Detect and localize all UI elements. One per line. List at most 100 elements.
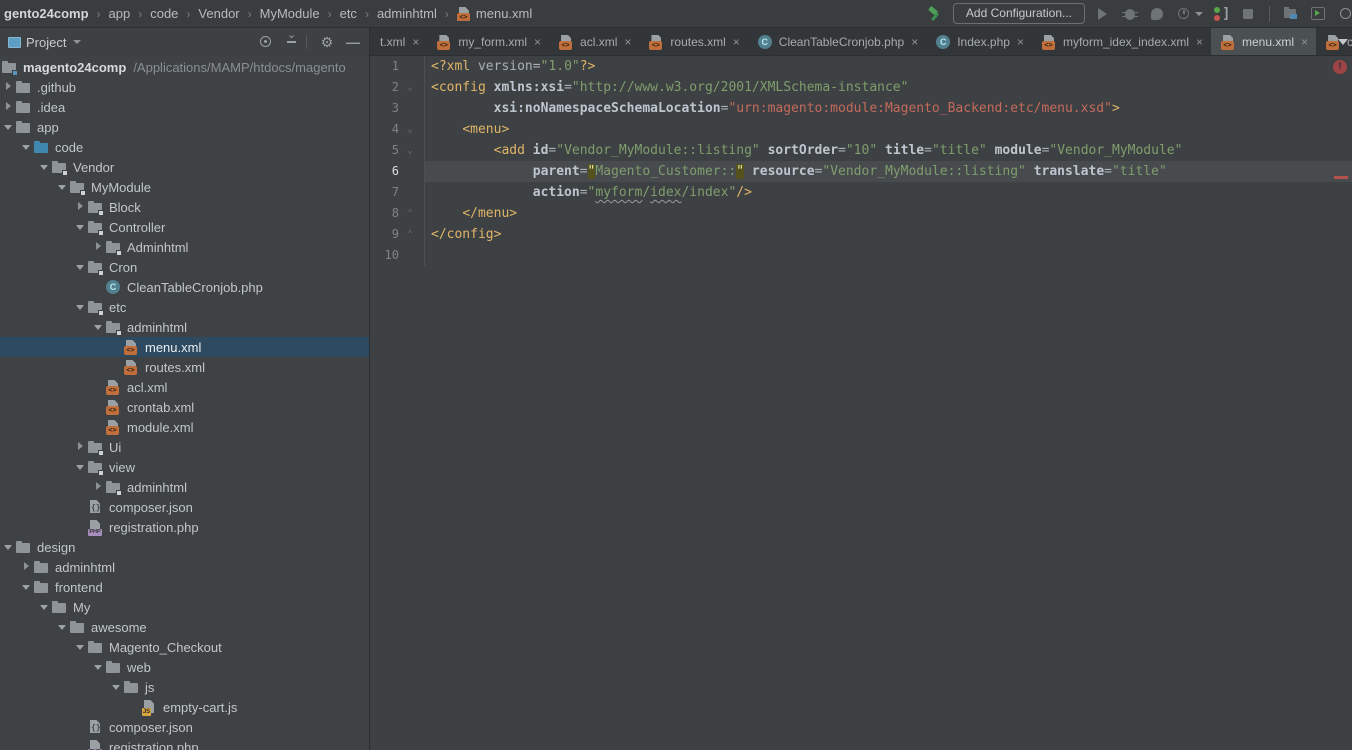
tree-item-module-xml[interactable]: <> module.xml	[0, 417, 369, 437]
chevron-collapsed-icon[interactable]	[92, 239, 106, 255]
editor-tab[interactable]: <> myform_idex_index.xml ×	[1032, 28, 1211, 55]
chevron-expanded-icon[interactable]	[92, 319, 106, 335]
tree-item-empty-cart-js[interactable]: JS empty-cart.js	[0, 697, 369, 717]
code-text[interactable]: </config>	[425, 224, 1352, 245]
chevron-expanded-icon[interactable]	[74, 639, 88, 655]
tree-item-my[interactable]: My	[0, 597, 369, 617]
tree-item-cron[interactable]: Cron	[0, 257, 369, 277]
chevron-expanded-icon[interactable]	[56, 179, 70, 195]
tree-item-routes-xml[interactable]: <> routes.xml	[0, 357, 369, 377]
chevron-collapsed-icon[interactable]	[20, 559, 34, 575]
search-icon[interactable]	[1336, 5, 1351, 23]
tree-item-crontab-xml[interactable]: <> crontab.xml	[0, 397, 369, 417]
run-with-coverage-icon[interactable]	[1175, 5, 1203, 23]
tree-item-registration-php[interactable]: PHP registration.php	[0, 737, 369, 750]
tree-item-registration-php[interactable]: PHP registration.php	[0, 517, 369, 537]
breadcrumb-item[interactable]: gento24comp	[2, 6, 91, 21]
editor-tab[interactable]: C CleanTableCronjob.php ×	[748, 28, 926, 55]
code-text[interactable]: action="myform/idex/index"/>	[425, 182, 1352, 203]
tree-item-view[interactable]: view	[0, 457, 369, 477]
chevron-collapsed-icon[interactable]	[74, 199, 88, 215]
tab-close-icon[interactable]: ×	[733, 36, 740, 48]
tree-item-block[interactable]: Block	[0, 197, 369, 217]
tree-item-composer-json[interactable]: {} composer.json	[0, 497, 369, 517]
code-text[interactable]: </menu>	[425, 203, 1352, 224]
fold-marker-icon[interactable]: ⌃	[399, 224, 421, 245]
coverage-dropdown-icon[interactable]	[1195, 11, 1203, 16]
project-dropdown-icon[interactable]	[73, 40, 82, 44]
debug-icon[interactable]	[1121, 5, 1139, 23]
breadcrumb-item[interactable]: Vendor	[196, 6, 241, 21]
fold-marker-icon[interactable]: ⌃	[399, 203, 421, 224]
editor-tab[interactable]: <> acl.xml ×	[549, 28, 639, 55]
code-text[interactable]: <add id = "Vendor_MyModule::listing" sortO…	[425, 140, 1352, 161]
tree-item--github[interactable]: .github	[0, 77, 369, 97]
project-tree[interactable]: magento24comp/Applications/MAMP/htdocs/m…	[0, 56, 370, 750]
tree-item-acl-xml[interactable]: <> acl.xml	[0, 377, 369, 397]
tree-item-app[interactable]: app	[0, 117, 369, 137]
tree-item-cleantablecronjob-php[interactable]: C CleanTableCronjob.php	[0, 277, 369, 297]
tree-item-design[interactable]: design	[0, 537, 369, 557]
breadcrumb-item[interactable]: MyModule	[258, 6, 322, 21]
profile-icon[interactable]	[1148, 5, 1166, 23]
editor-tab[interactable]: C Index.php ×	[926, 28, 1032, 55]
tree-item-adminhtml[interactable]: adminhtml	[0, 557, 369, 577]
code-text[interactable]: parent="Magento_Customer::" resource="Ve…	[425, 161, 1352, 182]
code-text[interactable]	[425, 245, 1352, 266]
tree-item-code[interactable]: code	[0, 137, 369, 157]
tree-item-adminhtml[interactable]: Adminhtml	[0, 237, 369, 257]
error-stripe-mark[interactable]	[1334, 176, 1348, 179]
tree-item-vendor[interactable]: Vendor	[0, 157, 369, 177]
chevron-expanded-icon[interactable]	[74, 219, 88, 235]
tab-close-icon[interactable]: ×	[624, 36, 631, 48]
tab-close-icon[interactable]: ×	[1301, 36, 1308, 48]
chevron-expanded-icon[interactable]	[110, 679, 124, 695]
code-text[interactable]: xsi:noNamespaceSchemaLocation="urn:magen…	[425, 98, 1352, 119]
run-icon[interactable]	[1094, 5, 1112, 23]
add-configuration-button[interactable]: Add Configuration...	[952, 3, 1085, 24]
project-tool-window-switcher[interactable]: Project	[8, 35, 250, 50]
settings-icon[interactable]: ⚙	[317, 32, 337, 52]
code-text[interactable]: <menu>	[425, 119, 1352, 140]
chevron-collapsed-icon[interactable]	[2, 79, 16, 95]
chevron-expanded-icon[interactable]	[74, 259, 88, 275]
breadcrumb-item[interactable]: app	[107, 6, 133, 21]
tab-close-icon[interactable]: ×	[534, 36, 541, 48]
tree-item-mymodule[interactable]: MyModule	[0, 177, 369, 197]
code-text[interactable]: <?xml version="1.0"?>	[425, 56, 1352, 77]
chevron-expanded-icon[interactable]	[56, 619, 70, 635]
tree-item-menu-xml[interactable]: <> menu.xml	[0, 337, 369, 357]
tree-item-etc[interactable]: etc	[0, 297, 369, 317]
chevron-expanded-icon[interactable]	[92, 659, 106, 675]
stop-icon[interactable]	[1239, 5, 1257, 23]
editor-tab[interactable]: <> routes.xml ×	[639, 28, 747, 55]
tree-item-js[interactable]: js	[0, 677, 369, 697]
tree-item-awesome[interactable]: awesome	[0, 617, 369, 637]
code-editor[interactable]: ! 1 <?xml version="1.0"?> 2 ⌄ <config xmlns:…	[371, 56, 1352, 750]
tree-item-adminhtml[interactable]: adminhtml	[0, 477, 369, 497]
editor-tab[interactable]: <> my_form.xml ×	[427, 28, 549, 55]
tree-item-magento-checkout[interactable]: Magento_Checkout	[0, 637, 369, 657]
tab-close-icon[interactable]: ×	[412, 36, 419, 48]
chevron-expanded-icon[interactable]	[74, 459, 88, 475]
breadcrumb-item[interactable]: <> menu.xml	[455, 6, 534, 21]
tree-item-ui[interactable]: Ui	[0, 437, 369, 457]
hide-icon[interactable]: —	[343, 32, 363, 52]
tree-item--idea[interactable]: .idea	[0, 97, 369, 117]
tab-close-icon[interactable]: ×	[1017, 36, 1024, 48]
editor-tab[interactable]: <> menu.xml ×	[1211, 28, 1317, 55]
fold-marker-icon[interactable]: ⌄	[399, 77, 421, 98]
editor-tab[interactable]: t.xml ×	[370, 28, 427, 55]
hidden-tabs-chevron-icon[interactable]	[1338, 39, 1348, 45]
build-hammer-icon[interactable]	[926, 5, 944, 23]
chevron-expanded-icon[interactable]	[20, 139, 34, 155]
chevron-collapsed-icon[interactable]	[2, 99, 16, 115]
tree-item-adminhtml[interactable]: adminhtml	[0, 317, 369, 337]
run-window-icon[interactable]	[1309, 5, 1327, 23]
attach-debugger-icon[interactable]: ]	[1212, 5, 1230, 23]
tab-close-icon[interactable]: ×	[1196, 36, 1203, 48]
chevron-expanded-icon[interactable]	[2, 119, 16, 135]
fold-marker-icon[interactable]: ⌄	[399, 119, 421, 140]
locate-icon[interactable]	[256, 32, 276, 52]
tree-item-composer-json[interactable]: {} composer.json	[0, 717, 369, 737]
